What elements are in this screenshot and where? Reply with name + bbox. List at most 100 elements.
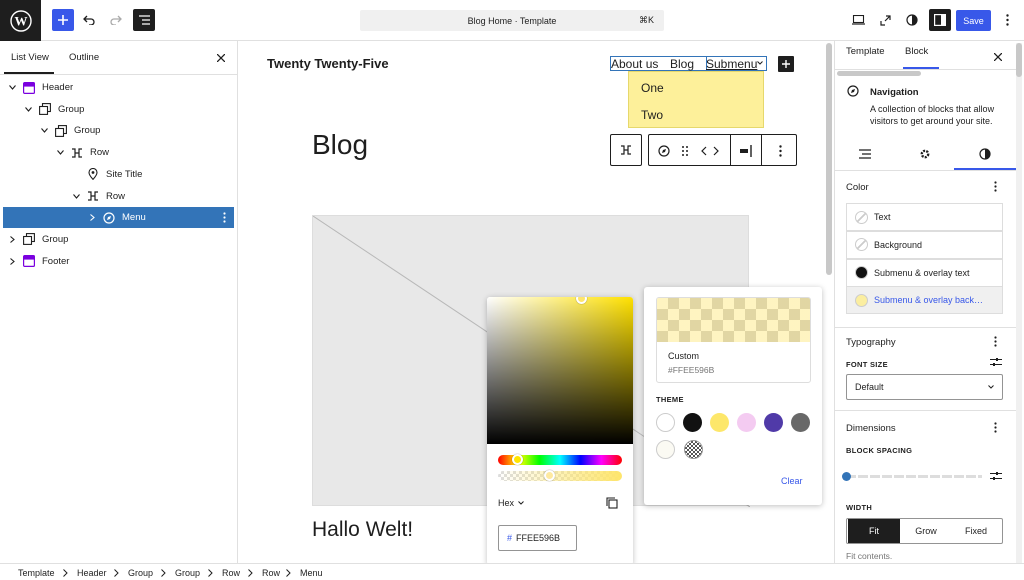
clear-button[interactable]: Clear xyxy=(781,476,803,486)
desktop-preview-icon[interactable] xyxy=(851,13,865,27)
breadcrumb-item[interactable]: Group xyxy=(175,568,200,578)
chevron-down-icon xyxy=(518,501,524,505)
settings-sidebar-toggle[interactable] xyxy=(929,9,951,31)
hex-input[interactable]: # FFEE596B xyxy=(498,525,577,551)
color-options-kebab-icon[interactable] xyxy=(990,179,1000,193)
move-arrows-icon[interactable] xyxy=(700,144,720,158)
chevron-down-icon[interactable] xyxy=(23,104,33,114)
custom-color-card[interactable]: Custom #FFEE596B xyxy=(656,297,811,383)
breadcrumb-item[interactable]: Row xyxy=(222,568,240,578)
close-icon[interactable] xyxy=(992,51,1004,63)
tab-outline[interactable]: Outline xyxy=(69,41,99,74)
theme-swatch[interactable] xyxy=(764,413,783,432)
color-item-submenu-overlay-text[interactable]: Submenu & overlay text xyxy=(846,258,1003,287)
custom-color-swatch xyxy=(657,298,810,342)
color-format-select[interactable]: Hex xyxy=(498,498,524,508)
sidebar-scrollbar[interactable] xyxy=(1016,43,1022,77)
custom-size-sliders-icon[interactable] xyxy=(989,356,1003,368)
theme-swatch-transparent[interactable] xyxy=(684,440,703,459)
breadcrumb-item[interactable]: Row xyxy=(262,568,280,578)
color-item-background[interactable]: Background xyxy=(846,230,1003,259)
navigation-compass-icon[interactable] xyxy=(657,144,671,158)
chevron-down-icon[interactable] xyxy=(39,126,49,136)
document-overview-button[interactable] xyxy=(133,9,155,31)
block-spacing-slider[interactable] xyxy=(846,475,982,478)
chevron-right-icon[interactable] xyxy=(7,256,17,266)
chevron-down-icon[interactable] xyxy=(7,83,17,93)
list-view-icon[interactable] xyxy=(855,147,875,161)
gear-icon[interactable] xyxy=(915,147,935,161)
alpha-handle[interactable] xyxy=(544,470,555,481)
dimensions-options-kebab-icon[interactable] xyxy=(990,420,1000,434)
tree-item-row[interactable]: Row xyxy=(3,186,234,207)
chevron-down-icon[interactable] xyxy=(71,191,81,201)
tree-item-group[interactable]: Group xyxy=(3,229,234,250)
save-button[interactable]: Save xyxy=(956,10,991,31)
theme-swatch[interactable] xyxy=(737,413,756,432)
drag-handle-icon[interactable] xyxy=(678,144,692,158)
justify-right-icon[interactable] xyxy=(738,144,754,158)
alpha-slider[interactable] xyxy=(498,471,622,481)
page-title[interactable]: Blog xyxy=(312,129,368,161)
theme-swatch[interactable] xyxy=(683,413,702,432)
chevron-right-icon[interactable] xyxy=(7,234,17,244)
tab-template[interactable]: Template xyxy=(846,46,885,57)
breadcrumb-item[interactable]: Template xyxy=(18,568,55,578)
theme-swatch[interactable] xyxy=(710,413,729,432)
color-item-submenu-overlay-back[interactable]: Submenu & overlay back… xyxy=(846,286,1003,315)
command-palette-button[interactable]: Blog Home · Template ⌘K xyxy=(360,10,664,31)
close-icon[interactable] xyxy=(215,52,227,64)
chevron-right-icon[interactable] xyxy=(87,213,97,223)
add-block-button[interactable] xyxy=(52,9,74,31)
tree-item-footer[interactable]: Footer xyxy=(3,251,234,272)
tree-item-group[interactable]: Group xyxy=(3,99,234,120)
width-option-fixed[interactable]: Fixed xyxy=(950,519,1002,543)
typography-options-kebab-icon[interactable] xyxy=(990,334,1000,348)
undo-icon[interactable] xyxy=(82,13,96,27)
width-option-grow[interactable]: Grow xyxy=(900,519,952,543)
theme-swatch[interactable] xyxy=(656,413,675,432)
color-item-text[interactable]: Text xyxy=(846,203,1003,231)
styles-contrast-icon[interactable] xyxy=(975,147,995,161)
redo-icon[interactable] xyxy=(109,13,123,27)
post-title[interactable]: Hallo Welt! xyxy=(312,518,413,542)
hue-handle[interactable] xyxy=(512,454,523,465)
command-shortcut: ⌘K xyxy=(638,15,654,25)
more-options-icon[interactable] xyxy=(773,144,787,158)
breadcrumb-item[interactable]: Header xyxy=(77,568,107,578)
options-kebab-icon[interactable] xyxy=(223,212,226,223)
block-spacing-handle[interactable] xyxy=(842,472,851,481)
canvas-scrollbar[interactable] xyxy=(826,43,832,275)
tree-item-header[interactable]: Header xyxy=(3,77,234,98)
submenu-item-two[interactable]: Two xyxy=(641,108,663,122)
select-parent-row-button[interactable] xyxy=(610,134,642,166)
svg-text:W: W xyxy=(14,13,27,28)
tree-item-row[interactable]: Row xyxy=(3,142,234,163)
width-option-fit[interactable]: Fit xyxy=(848,519,900,543)
chevron-down-icon[interactable] xyxy=(55,148,65,158)
nav-link-submenu[interactable]: Submenu xyxy=(706,57,757,71)
wordpress-logo-icon[interactable]: W xyxy=(0,0,41,41)
tab-block[interactable]: Block xyxy=(905,46,928,57)
font-size-select[interactable]: Default xyxy=(846,374,1003,400)
open-site-external-icon[interactable] xyxy=(878,13,892,27)
site-title[interactable]: Twenty Twenty-Five xyxy=(267,56,389,71)
styles-contrast-icon[interactable] xyxy=(905,13,919,27)
options-kebab-icon[interactable] xyxy=(1000,13,1014,27)
theme-swatch[interactable] xyxy=(656,440,675,459)
nav-link-about[interactable]: About us xyxy=(611,57,658,71)
custom-spacing-sliders-icon[interactable] xyxy=(989,470,1003,482)
horizontal-scrollbar[interactable] xyxy=(837,71,921,76)
tree-item-group[interactable]: Group xyxy=(3,120,234,141)
theme-swatch[interactable] xyxy=(791,413,810,432)
breadcrumb-item[interactable]: Menu xyxy=(300,568,323,578)
tree-item-site-title[interactable]: Site Title xyxy=(3,164,234,185)
add-nav-item-button[interactable] xyxy=(778,56,794,72)
tab-list-view[interactable]: List View xyxy=(11,41,49,74)
submenu-item-one[interactable]: One xyxy=(641,81,664,95)
nav-link-blog[interactable]: Blog xyxy=(670,57,694,71)
breadcrumb-item[interactable]: Group xyxy=(128,568,153,578)
saturation-area[interactable] xyxy=(487,297,633,444)
tree-item-menu[interactable]: Menu xyxy=(3,207,234,229)
copy-icon[interactable] xyxy=(605,496,619,510)
